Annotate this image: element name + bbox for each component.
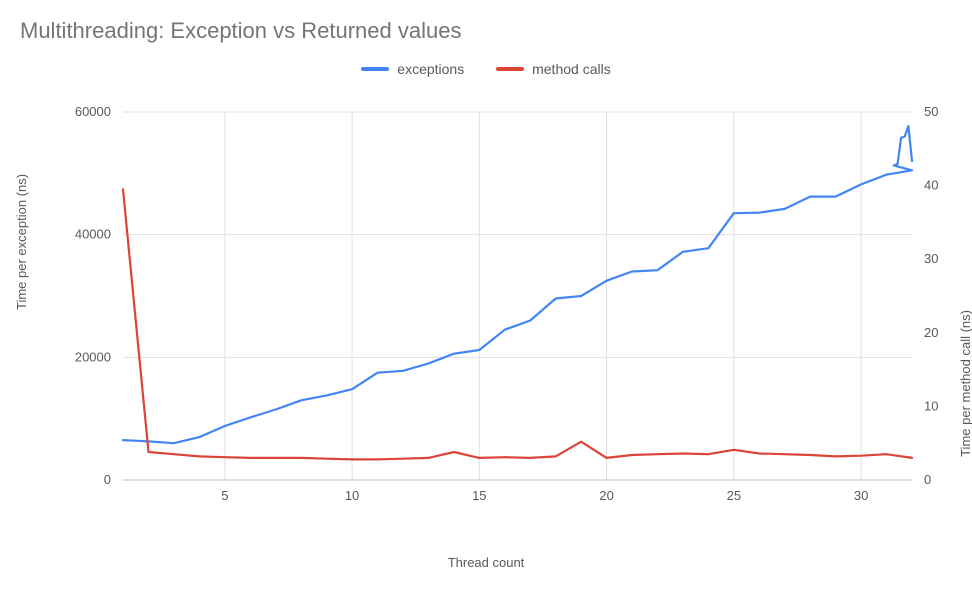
y-right-tick-label: 10	[924, 398, 938, 413]
legend-swatch-exceptions	[361, 67, 389, 71]
plot-area: 51015202530020000400006000001020304050	[115, 100, 920, 520]
series-exceptions	[123, 126, 912, 443]
y-axis-left-label: Time per exception (ns)	[14, 174, 29, 310]
x-tick-label: 20	[599, 488, 613, 503]
y-left-tick-label: 60000	[75, 104, 111, 119]
x-tick-label: 30	[854, 488, 868, 503]
plot-svg: 51015202530020000400006000001020304050	[115, 100, 920, 520]
chart-title: Multithreading: Exception vs Returned va…	[20, 18, 461, 44]
y-right-tick-label: 20	[924, 325, 938, 340]
y-right-tick-label: 40	[924, 178, 938, 193]
legend-label-method-calls: method calls	[532, 61, 611, 77]
x-tick-label: 10	[345, 488, 359, 503]
y-right-tick-label: 30	[924, 251, 938, 266]
y-left-tick-label: 0	[104, 472, 111, 487]
x-axis-label: Thread count	[0, 555, 972, 570]
legend-swatch-method-calls	[496, 67, 524, 71]
chart-container: Multithreading: Exception vs Returned va…	[0, 0, 972, 601]
legend-label-exceptions: exceptions	[397, 61, 464, 77]
x-tick-label: 15	[472, 488, 486, 503]
legend: exceptions method calls	[0, 58, 972, 77]
legend-item-method-calls: method calls	[496, 61, 611, 77]
y-right-tick-label: 50	[924, 104, 938, 119]
y-left-tick-label: 20000	[75, 349, 111, 364]
x-tick-label: 25	[727, 488, 741, 503]
y-left-tick-label: 40000	[75, 227, 111, 242]
y-right-tick-label: 0	[924, 472, 931, 487]
legend-item-exceptions: exceptions	[361, 61, 464, 77]
x-tick-label: 5	[221, 488, 228, 503]
y-axis-right-label: Time per method call (ns)	[958, 310, 972, 457]
